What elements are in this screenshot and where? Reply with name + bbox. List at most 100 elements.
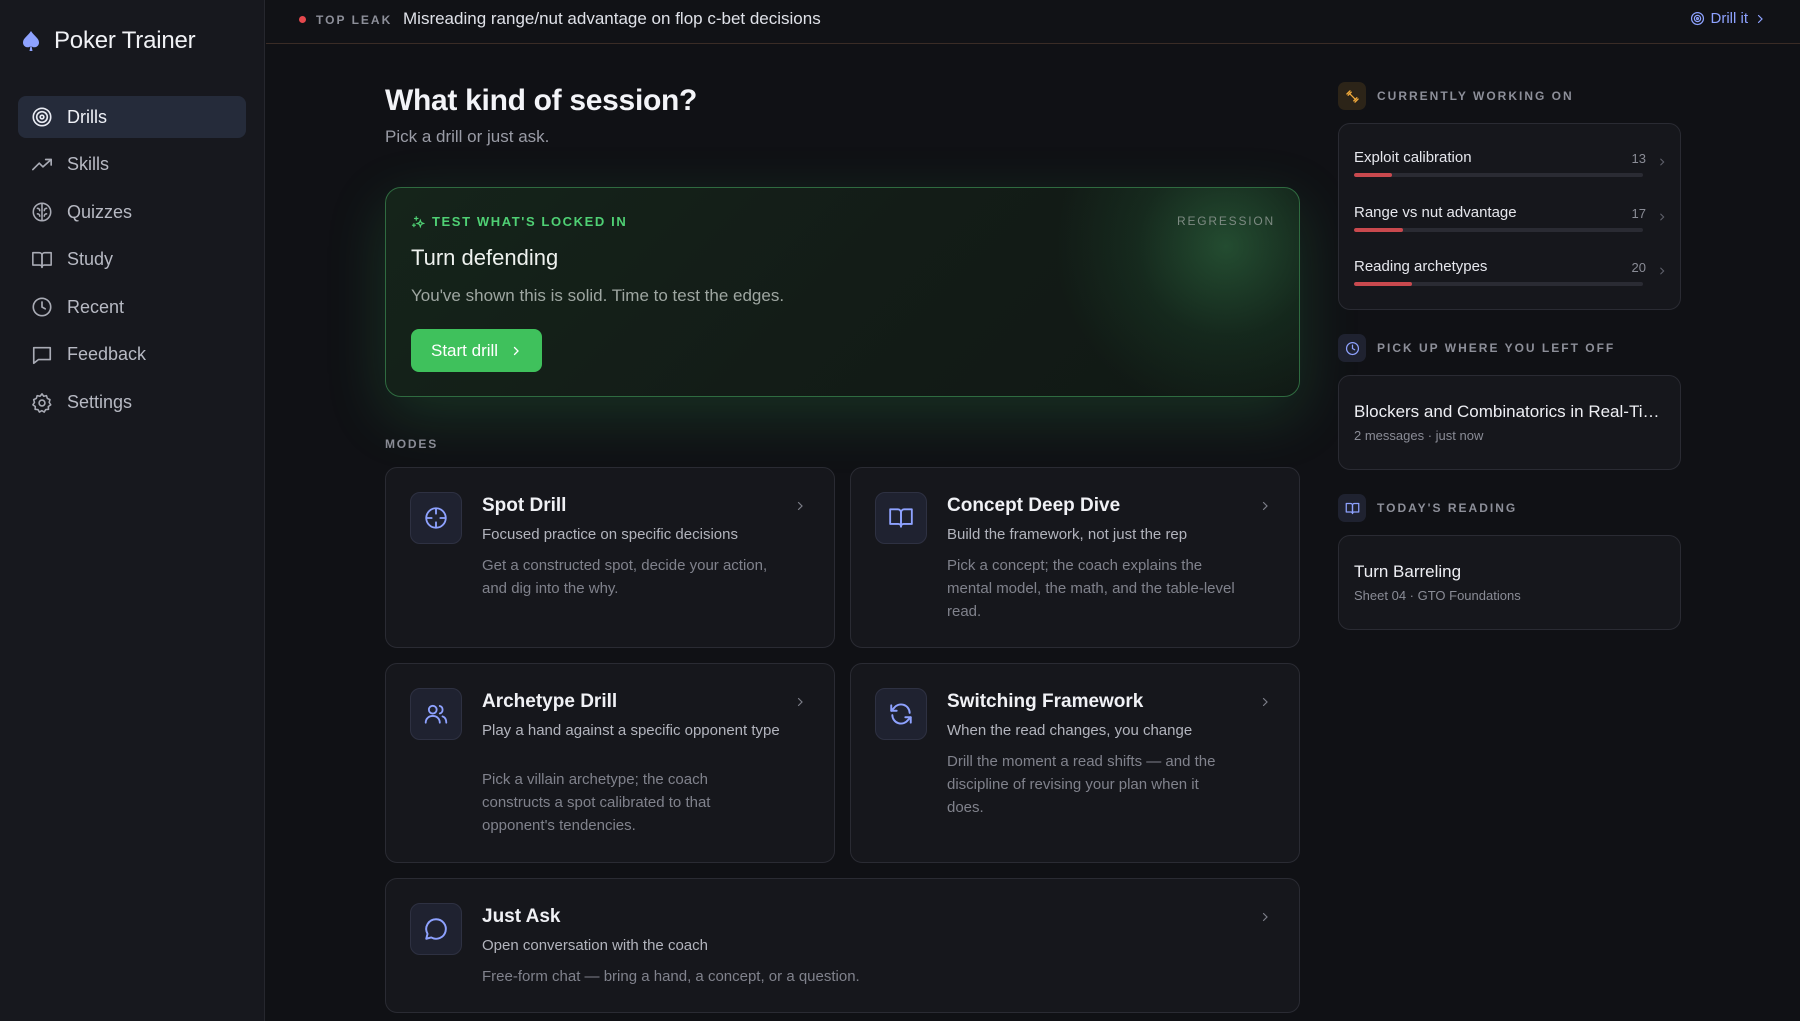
chat-bubble-icon	[410, 903, 462, 955]
mode-description: Pick a concept; the coach explains the m…	[947, 557, 1235, 620]
brain-icon	[31, 201, 53, 223]
working-on-list: Exploit calibration 13 Range vs nut adva…	[1338, 123, 1681, 310]
mode-description: Pick a villain archetype; the coach cons…	[482, 771, 711, 834]
book-icon	[31, 249, 53, 271]
currently-working-header: CURRENTLY WORKING ON	[1338, 82, 1574, 110]
reading-label: TODAY'S READING	[1377, 501, 1518, 515]
sidebar-item-recent[interactable]: Recent	[18, 286, 246, 328]
mode-card-archetype-drill[interactable]: Archetype Drill Play a hand against a sp…	[385, 663, 835, 863]
chevron-right-icon	[510, 345, 522, 357]
working-item[interactable]: Exploit calibration 13	[1354, 149, 1669, 191]
leak-text: Misreading range/nut advantage on flop c…	[403, 9, 821, 28]
reading-header: TODAY'S READING	[1338, 494, 1517, 522]
modes-section-label: MODES	[385, 437, 439, 451]
drill-it-label: Drill it	[1710, 10, 1749, 27]
app-title: Poker Trainer	[54, 27, 196, 54]
chevron-right-icon	[1657, 157, 1667, 167]
mode-subtitle: Focused practice on specific decisions	[482, 526, 738, 543]
chevron-right-icon	[1657, 266, 1667, 276]
mode-subtitle: Play a hand against a specific opponent …	[482, 722, 780, 739]
chevron-right-icon	[1259, 911, 1271, 923]
mode-card-concept-deep-dive[interactable]: Concept Deep Dive Build the framework, n…	[850, 467, 1300, 648]
sidebar-item-label: Quizzes	[67, 201, 133, 222]
working-item-name: Exploit calibration	[1354, 149, 1472, 166]
hero-title: Turn defending	[411, 245, 559, 270]
hero-tag: TEST WHAT'S LOCKED IN	[411, 214, 627, 229]
resume-label: PICK UP WHERE YOU LEFT OFF	[1377, 341, 1616, 355]
mode-title: Just Ask	[482, 906, 561, 927]
resume-title: Blockers and Combinatorics in Real-Time …	[1354, 402, 1669, 421]
spade-logo-icon	[20, 29, 42, 53]
chevron-right-icon	[1259, 696, 1271, 708]
refresh-icon	[875, 688, 927, 740]
target-icon	[1690, 11, 1705, 26]
start-drill-button[interactable]: Start drill	[411, 329, 543, 372]
progress-fill	[1354, 282, 1412, 286]
currently-working-label: CURRENTLY WORKING ON	[1377, 89, 1574, 103]
dumbbell-icon	[1338, 82, 1366, 110]
chevron-right-icon	[794, 696, 806, 708]
sidebar: Poker Trainer Drills Skills Quizzes Stud…	[0, 0, 265, 1021]
target-icon	[31, 106, 53, 128]
crosshair-icon	[410, 492, 462, 544]
sidebar-item-label: Skills	[67, 154, 110, 175]
working-item[interactable]: Reading archetypes 20	[1354, 258, 1669, 300]
resume-meta: 2 messages · just now	[1354, 428, 1484, 443]
progress-fill	[1354, 228, 1404, 232]
leak-tag: TOP LEAK	[316, 13, 393, 27]
resume-header: PICK UP WHERE YOU LEFT OFF	[1338, 334, 1615, 362]
working-item-count: 17	[1631, 206, 1646, 221]
todays-reading-card[interactable]: Turn Barreling Sheet 04 · GTO Foundation…	[1338, 535, 1681, 630]
message-square-icon	[31, 344, 53, 366]
clock-icon	[1338, 334, 1366, 362]
sidebar-item-quizzes[interactable]: Quizzes	[18, 191, 246, 233]
top-leak-bar: TOP LEAK Misreading range/nut advantage …	[266, 0, 1800, 44]
resume-session-card[interactable]: Blockers and Combinatorics in Real-Time …	[1338, 375, 1681, 470]
sidebar-item-label: Drills	[67, 106, 107, 127]
sparkle-icon	[411, 215, 425, 229]
progress-bar	[1354, 228, 1643, 232]
sidebar-item-label: Settings	[67, 392, 133, 413]
working-item[interactable]: Range vs nut advantage 17	[1354, 204, 1669, 246]
working-item-name: Reading archetypes	[1354, 258, 1488, 275]
clock-icon	[31, 296, 53, 318]
working-item-count: 13	[1631, 151, 1646, 166]
gear-icon	[31, 392, 53, 414]
regression-badge: REGRESSION	[1176, 214, 1275, 228]
sidebar-item-settings[interactable]: Settings	[18, 382, 246, 424]
drill-it-link[interactable]: Drill it	[1690, 10, 1767, 27]
progress-fill	[1354, 173, 1392, 177]
page-subtitle: Pick a drill or just ask.	[385, 127, 550, 146]
trending-up-icon	[31, 154, 53, 176]
working-item-count: 20	[1631, 260, 1646, 275]
mode-card-switching-framework[interactable]: Switching Framework When the read change…	[850, 663, 1300, 863]
mode-card-spot-drill[interactable]: Spot Drill Focused practice on specific …	[385, 467, 835, 648]
mode-title: Spot Drill	[482, 495, 567, 516]
sidebar-item-study[interactable]: Study	[18, 239, 246, 281]
hero-tag-label: TEST WHAT'S LOCKED IN	[432, 214, 628, 229]
sidebar-nav: Drills Skills Quizzes Study Recent Feedb…	[18, 96, 246, 429]
hero-description: You've shown this is solid. Time to test…	[411, 286, 785, 305]
mode-subtitle: Build the framework, not just the rep	[947, 526, 1188, 543]
leak-status-dot	[299, 16, 306, 23]
chevron-right-icon	[1754, 13, 1766, 25]
sidebar-item-skills[interactable]: Skills	[18, 144, 246, 186]
working-item-name: Range vs nut advantage	[1354, 204, 1517, 221]
chevron-right-icon	[794, 500, 806, 512]
mode-card-just-ask[interactable]: Just Ask Open conversation with the coac…	[385, 878, 1300, 1013]
featured-drill-card[interactable]: TEST WHAT'S LOCKED IN REGRESSION Turn de…	[385, 187, 1300, 397]
mode-title: Concept Deep Dive	[947, 495, 1121, 516]
brand[interactable]: Poker Trainer	[20, 24, 196, 58]
mode-description: Free-form chat — bring a hand, a concept…	[482, 968, 860, 985]
reading-title: Turn Barreling	[1354, 562, 1462, 581]
sidebar-item-label: Feedback	[67, 344, 147, 365]
mode-description: Drill the moment a read shifts — and the…	[947, 753, 1216, 816]
sidebar-item-drills[interactable]: Drills	[18, 96, 246, 138]
mode-description: Get a constructed spot, decide your acti…	[482, 557, 768, 597]
start-drill-label: Start drill	[431, 340, 499, 360]
progress-bar	[1354, 282, 1643, 286]
chevron-right-icon	[1259, 500, 1271, 512]
sidebar-item-label: Study	[67, 249, 114, 270]
sidebar-item-feedback[interactable]: Feedback	[18, 334, 246, 376]
reading-meta: Sheet 04 · GTO Foundations	[1354, 588, 1521, 603]
